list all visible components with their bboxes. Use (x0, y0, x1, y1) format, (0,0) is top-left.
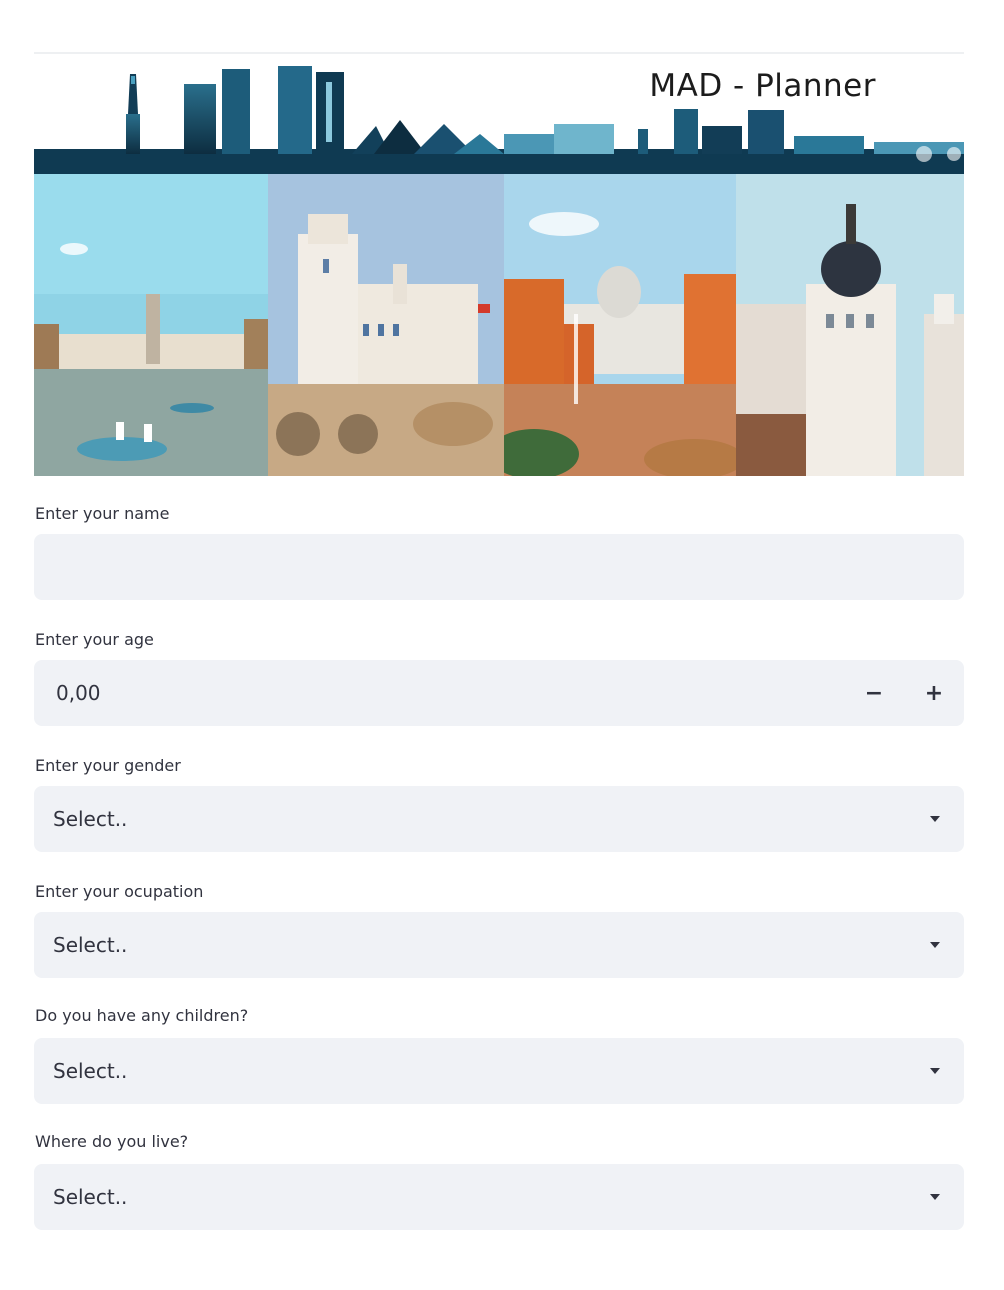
gender-select[interactable]: Select.. (34, 786, 964, 852)
residence-select[interactable]: Select.. (34, 1164, 964, 1230)
children-label: Do you have any children? (35, 1006, 249, 1025)
age-number-input[interactable]: 0,00 − + (34, 660, 964, 726)
gender-label: Enter your gender (35, 756, 181, 775)
age-value[interactable]: 0,00 (56, 660, 101, 726)
minus-icon: − (864, 680, 884, 706)
app-page: MAD - Planner Enter your name Enter your… (0, 0, 1004, 1290)
chevron-down-icon (930, 1068, 940, 1074)
photo-collage (34, 174, 964, 476)
name-input[interactable] (34, 534, 964, 600)
photo-cibeles-palace (268, 174, 504, 476)
photo-metropolis-building (736, 174, 964, 476)
name-field (34, 534, 964, 600)
children-select[interactable]: Select.. (34, 1038, 964, 1104)
occupation-selected-value: Select.. (53, 933, 128, 957)
chevron-down-icon (930, 816, 940, 822)
chevron-down-icon (930, 942, 940, 948)
age-label: Enter your age (35, 630, 154, 649)
age-decrement-button[interactable]: − (846, 660, 902, 726)
occupation-label: Enter your ocupation (35, 882, 204, 901)
chevron-down-icon (930, 1194, 940, 1200)
name-label: Enter your name (35, 504, 170, 523)
header-banner: MAD - Planner (34, 52, 964, 476)
occupation-select[interactable]: Select.. (34, 912, 964, 978)
gender-selected-value: Select.. (53, 807, 128, 831)
app-title: MAD - Planner (649, 68, 876, 104)
plus-icon: + (924, 680, 944, 706)
photo-retiro-park (34, 174, 268, 476)
residence-label: Where do you live? (35, 1132, 189, 1151)
children-selected-value: Select.. (53, 1059, 128, 1083)
age-increment-button[interactable]: + (906, 660, 962, 726)
photo-crystal-palace (504, 174, 736, 476)
residence-selected-value: Select.. (53, 1185, 128, 1209)
skyline-strip: MAD - Planner (34, 54, 964, 174)
